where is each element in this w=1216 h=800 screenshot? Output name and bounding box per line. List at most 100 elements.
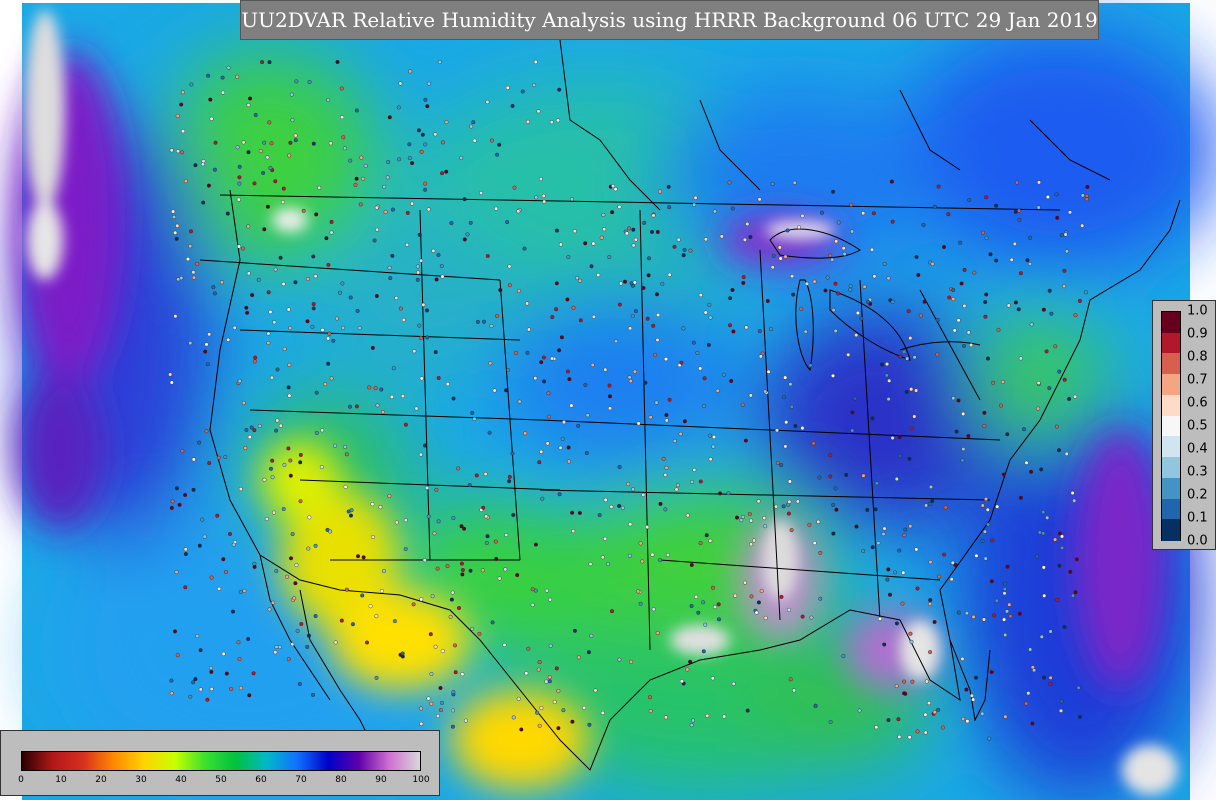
station-marker: [1017, 217, 1022, 222]
station-marker: [237, 181, 242, 186]
station-marker: [544, 679, 549, 684]
station-marker: [954, 429, 959, 434]
station-marker: [850, 428, 855, 433]
station-marker: [715, 388, 720, 393]
station-marker: [618, 281, 623, 286]
station-marker: [1018, 271, 1023, 276]
station-marker: [828, 720, 833, 725]
station-marker: [431, 248, 436, 253]
station-marker: [1063, 232, 1068, 237]
station-marker: [951, 396, 956, 401]
station-marker: [554, 666, 559, 671]
station-marker: [789, 528, 794, 533]
station-marker: [1083, 290, 1088, 295]
station-marker: [969, 693, 974, 698]
station-marker: [704, 533, 709, 538]
station-marker: [984, 195, 989, 200]
station-marker: [183, 179, 188, 184]
station-marker: [275, 367, 280, 372]
station-marker: [266, 290, 271, 295]
station-marker: [444, 120, 449, 125]
station-marker: [220, 90, 225, 95]
station-marker: [1024, 701, 1029, 706]
station-marker: [795, 499, 800, 504]
station-marker: [642, 220, 647, 225]
station-marker: [175, 149, 180, 154]
station-marker: [374, 294, 379, 299]
station-marker: [444, 169, 449, 174]
station-marker: [989, 670, 994, 675]
station-marker: [874, 725, 879, 730]
station-marker: [638, 601, 643, 606]
station-marker: [972, 270, 977, 275]
station-marker: [1070, 491, 1075, 496]
station-marker: [1037, 530, 1042, 535]
station-marker: [1076, 685, 1081, 690]
station-marker: [216, 455, 221, 460]
station-marker: [775, 460, 780, 465]
station-marker: [419, 258, 424, 263]
station-marker: [498, 288, 503, 293]
station-marker: [571, 305, 576, 310]
station-marker: [812, 541, 817, 546]
station-marker: [994, 598, 999, 603]
station-marker: [890, 436, 895, 441]
map-title: UU2DVAR Relative Humidity Analysis using…: [240, 0, 1099, 40]
station-marker: [541, 355, 546, 360]
station-marker: [1054, 192, 1059, 197]
station-marker: [588, 562, 593, 567]
station-marker: [329, 219, 334, 224]
station-marker: [397, 157, 402, 162]
station-marker: [180, 90, 185, 95]
increment-colorbar-legend: 1.0 0.9 0.8 0.7 0.6 0.5 0.4 0.3 0.2 0.1 0.0: [1152, 300, 1216, 550]
station-marker: [688, 659, 693, 664]
station-marker: [701, 600, 706, 605]
station-marker: [951, 297, 956, 302]
station-marker: [932, 204, 937, 209]
station-marker: [959, 281, 964, 286]
station-marker: [429, 701, 434, 706]
station-marker: [731, 681, 736, 686]
station-marker: [749, 542, 754, 547]
station-marker: [554, 228, 559, 233]
station-marker: [227, 532, 232, 537]
station-marker: [485, 534, 490, 539]
station-marker: [569, 403, 574, 408]
station-marker: [921, 222, 926, 227]
station-marker: [678, 431, 683, 436]
station-marker: [326, 336, 331, 341]
station-marker: [241, 140, 246, 145]
station-marker: [672, 439, 677, 444]
station-marker: [240, 246, 245, 251]
station-marker: [578, 318, 583, 323]
station-marker: [914, 547, 919, 552]
station-marker: [731, 329, 736, 334]
station-marker: [733, 593, 738, 598]
station-marker: [173, 314, 178, 319]
station-marker: [453, 670, 458, 675]
station-marker: [596, 273, 601, 278]
station-marker: [841, 654, 846, 659]
station-marker: [833, 281, 838, 286]
station-marker: [688, 248, 693, 253]
station-marker: [916, 273, 921, 278]
station-marker: [307, 515, 312, 520]
station-marker: [387, 115, 392, 120]
station-marker: [460, 672, 465, 677]
station-marker: [237, 657, 242, 662]
station-marker: [1060, 545, 1065, 550]
station-marker: [956, 610, 961, 615]
station-marker: [373, 386, 378, 391]
station-marker: [1074, 557, 1079, 562]
station-marker: [654, 400, 659, 405]
station-marker: [265, 155, 270, 160]
station-marker: [386, 159, 391, 164]
station-marker: [617, 465, 622, 470]
station-marker: [890, 219, 895, 224]
increment-color-segment: [1162, 332, 1180, 355]
station-marker: [462, 197, 467, 202]
station-marker: [928, 650, 933, 655]
station-marker: [693, 195, 698, 200]
station-marker: [298, 499, 303, 504]
station-marker: [813, 703, 818, 708]
